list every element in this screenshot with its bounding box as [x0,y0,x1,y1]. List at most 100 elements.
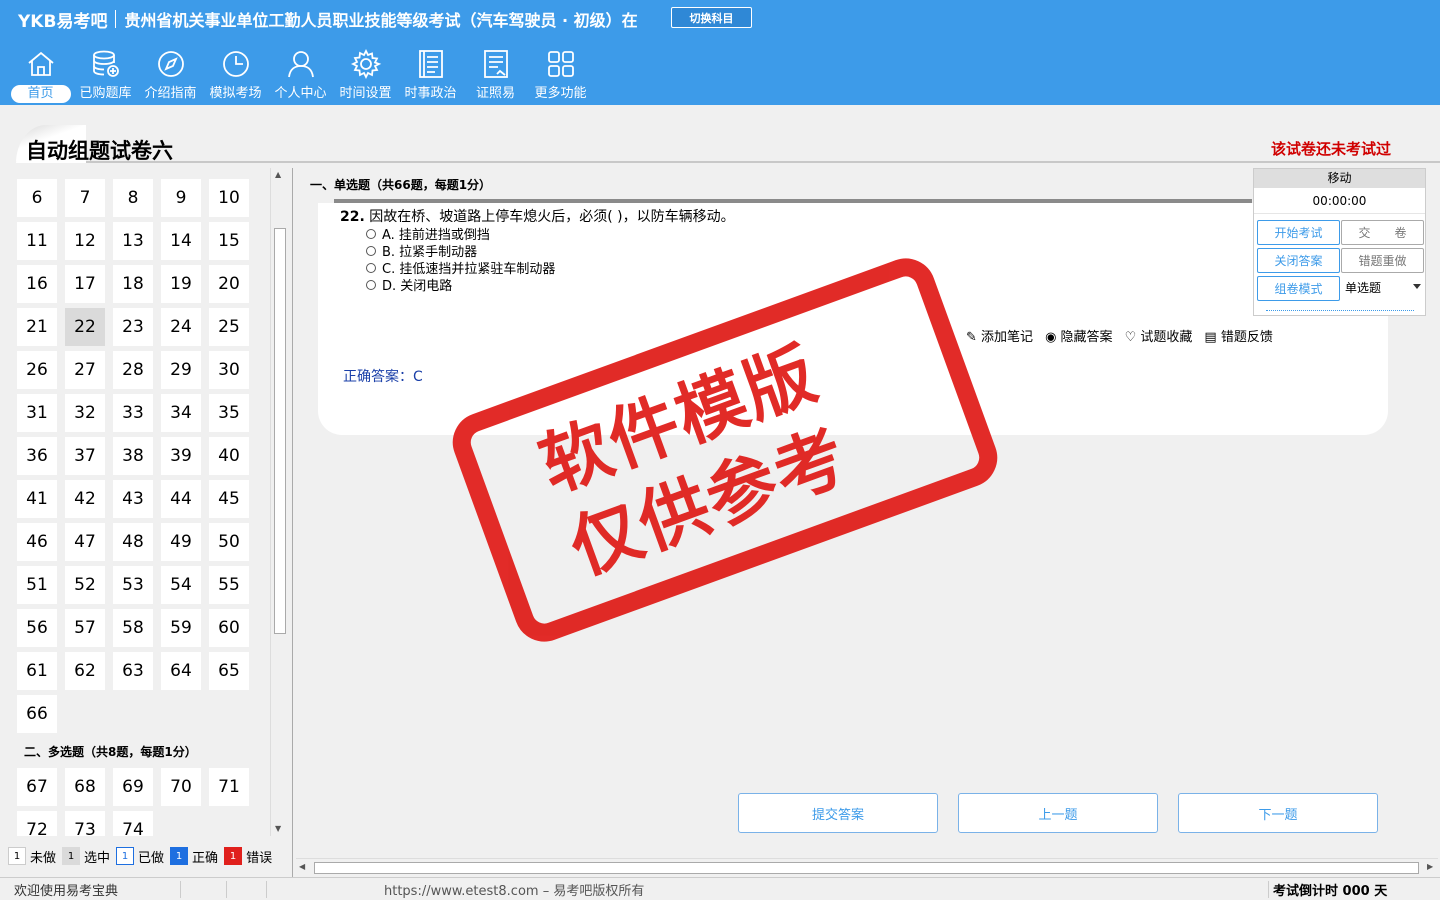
nav-more[interactable]: 更多功能 [528,48,593,104]
question-type-select[interactable]: 单选题 [1342,275,1425,300]
question-number-cell[interactable]: 54 [161,566,201,604]
question-number-cell[interactable]: 45 [209,480,249,518]
question-number-cell[interactable]: 6 [17,179,57,217]
nav-certificate[interactable]: 证照易 [463,48,528,104]
question-number-cell[interactable]: 62 [65,652,105,690]
question-number-cell[interactable]: 29 [161,351,201,389]
question-number-cell[interactable]: 47 [65,523,105,561]
question-number-cell[interactable]: 60 [209,609,249,647]
question-number-cell[interactable]: 27 [65,351,105,389]
question-number-cell[interactable]: 36 [17,437,57,475]
question-number-cell[interactable]: 66 [17,695,57,733]
question-number-cell[interactable]: 32 [65,394,105,432]
question-number-cell[interactable]: 18 [113,265,153,303]
radio-button[interactable] [366,262,376,273]
question-number-cell[interactable]: 14 [161,222,201,260]
panel-move-handle[interactable]: 移动 [1254,169,1425,188]
question-number-cell[interactable]: 49 [161,523,201,561]
question-number-cell[interactable]: 50 [209,523,249,561]
start-exam-button[interactable]: 开始考试 [1257,220,1340,245]
question-number-cell[interactable]: 26 [17,351,57,389]
question-number-cell[interactable]: 9 [161,179,201,217]
question-number-cell[interactable]: 46 [17,523,57,561]
question-number-cell[interactable]: 19 [161,265,201,303]
question-number-cell[interactable]: 17 [65,265,105,303]
compose-mode-button[interactable]: 组卷模式 [1257,276,1340,301]
question-number-cell[interactable]: 70 [161,768,201,806]
question-number-cell[interactable]: 25 [209,308,249,346]
nav-purchased-bank[interactable]: 已购题库 [73,48,138,104]
question-number-cell[interactable]: 61 [17,652,57,690]
question-number-cell[interactable]: 74 [113,811,153,836]
nav-time-settings[interactable]: 时间设置 [333,48,398,104]
nav-home[interactable]: 首页 [8,48,73,104]
question-number-cell[interactable]: 31 [17,394,57,432]
scrollbar-thumb[interactable] [274,228,286,634]
hide-answer-button[interactable]: ◉ 隐藏答案 [1045,326,1113,345]
question-number-cell[interactable]: 8 [113,179,153,217]
question-number-cell[interactable]: 73 [65,811,105,836]
redo-wrong-button[interactable]: 错题重做 [1341,248,1424,273]
scroll-up-arrow[interactable]: ▲ [275,170,281,179]
report-error-button[interactable]: ▤ 错题反馈 [1204,326,1272,345]
question-number-cell[interactable]: 16 [17,265,57,303]
question-number-cell[interactable]: 33 [113,394,153,432]
question-number-cell[interactable]: 65 [209,652,249,690]
radio-button[interactable] [366,228,376,239]
radio-button[interactable] [366,245,376,256]
question-number-cell[interactable]: 72 [17,811,57,836]
favorite-button[interactable]: ♡ 试题收藏 [1125,326,1193,345]
scroll-left-arrow[interactable]: ◀ [299,862,305,871]
scrollbar-thumb[interactable] [314,862,1419,874]
question-number-cell[interactable]: 44 [161,480,201,518]
question-number-cell[interactable]: 56 [17,609,57,647]
question-number-cell[interactable]: 37 [65,437,105,475]
question-number-cell[interactable]: 39 [161,437,201,475]
submit-answer-button[interactable]: 提交答案 [738,793,938,833]
question-number-cell[interactable]: 38 [113,437,153,475]
next-question-button[interactable]: 下一题 [1178,793,1378,833]
question-number-cell[interactable]: 22 [65,308,105,346]
question-number-cell[interactable]: 42 [65,480,105,518]
question-number-cell[interactable]: 48 [113,523,153,561]
question-number-cell[interactable]: 68 [65,768,105,806]
question-number-cell[interactable]: 28 [113,351,153,389]
question-number-cell[interactable]: 59 [161,609,201,647]
question-number-cell[interactable]: 69 [113,768,153,806]
question-number-cell[interactable]: 7 [65,179,105,217]
question-number-cell[interactable]: 71 [209,768,249,806]
question-number-cell[interactable]: 43 [113,480,153,518]
question-number-cell[interactable]: 52 [65,566,105,604]
scroll-right-arrow[interactable]: ▶ [1427,862,1433,871]
question-number-cell[interactable]: 55 [209,566,249,604]
question-number-cell[interactable]: 23 [113,308,153,346]
nav-guide[interactable]: 介绍指南 [138,48,203,104]
nav-mock-exam[interactable]: 模拟考场 [203,48,268,104]
question-number-cell[interactable]: 51 [17,566,57,604]
question-number-cell[interactable]: 35 [209,394,249,432]
submit-paper-button[interactable]: 交 卷 [1341,220,1424,245]
question-number-cell[interactable]: 67 [17,768,57,806]
main-horizontal-scrollbar[interactable]: ◀ ▶ [296,858,1438,876]
radio-button[interactable] [366,279,376,290]
question-number-cell[interactable]: 10 [209,179,249,217]
question-number-cell[interactable]: 20 [209,265,249,303]
close-answer-button[interactable]: 关闭答案 [1257,248,1340,273]
nav-personal-center[interactable]: 个人中心 [268,48,333,104]
panel-slider[interactable] [1266,310,1414,312]
left-vertical-scrollbar[interactable]: ▲ ▼ [270,168,289,836]
question-number-cell[interactable]: 21 [17,308,57,346]
question-number-cell[interactable]: 40 [209,437,249,475]
question-number-cell[interactable]: 24 [161,308,201,346]
nav-current-affairs[interactable]: 时事政治 [398,48,463,104]
question-number-cell[interactable]: 41 [17,480,57,518]
question-number-cell[interactable]: 12 [65,222,105,260]
switch-subject-button[interactable]: 切换科目 [671,7,752,28]
question-number-cell[interactable]: 64 [161,652,201,690]
prev-question-button[interactable]: 上一题 [958,793,1158,833]
add-note-button[interactable]: ✎ 添加笔记 [966,326,1033,345]
question-number-cell[interactable]: 53 [113,566,153,604]
question-number-cell[interactable]: 63 [113,652,153,690]
question-number-cell[interactable]: 11 [17,222,57,260]
question-number-cell[interactable]: 58 [113,609,153,647]
